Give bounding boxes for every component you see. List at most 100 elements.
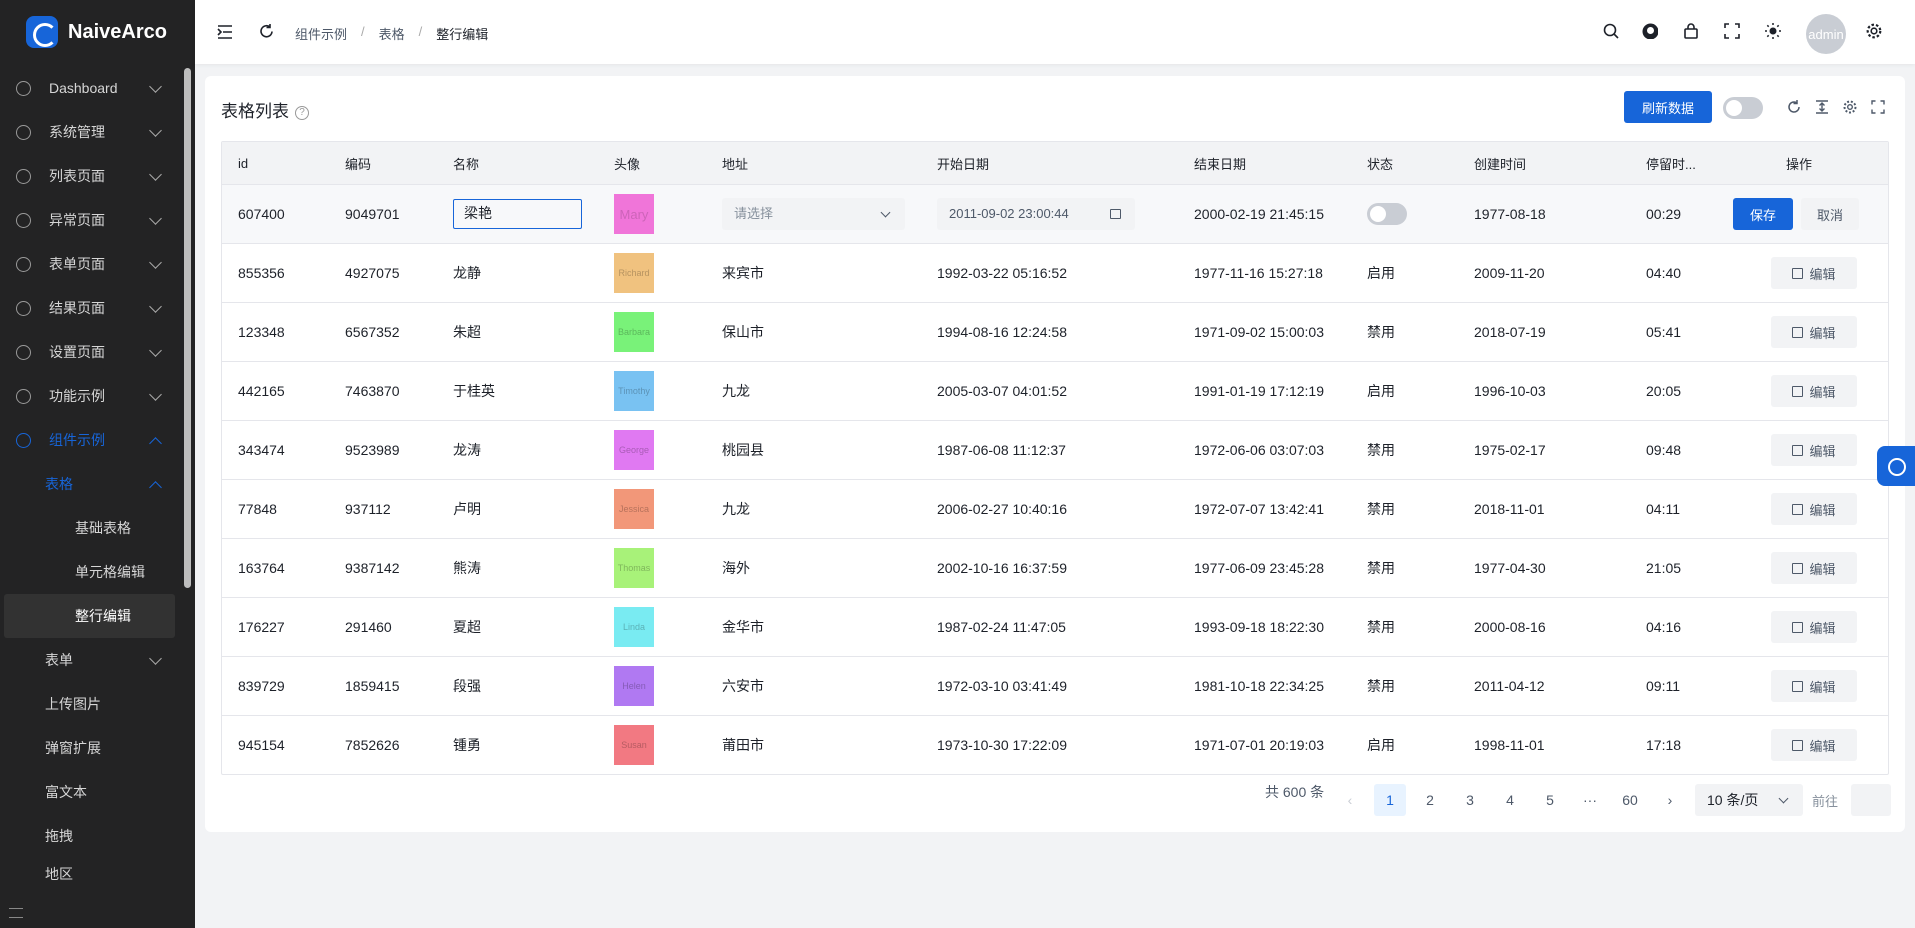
edit-button[interactable]: 编辑 — [1771, 670, 1857, 702]
edit-button[interactable]: 编辑 — [1771, 257, 1857, 289]
page-ellipsis[interactable]: ··· — [1574, 784, 1606, 816]
column-header-actions: 操作 — [1786, 156, 1813, 172]
cell-start: 2005-03-07 04:01:52 — [937, 383, 1067, 399]
prev-page-button[interactable]: ‹ — [1334, 784, 1366, 816]
cell-address: 金华市 — [722, 619, 764, 635]
sidebar-item-modal[interactable]: 弹窗扩展 — [0, 726, 195, 770]
table-row: 343474 9523989 龙涛 桃园县 1987-06-08 11:12:37 197… — [222, 420, 1888, 479]
floating-settings-button[interactable] — [1877, 446, 1915, 486]
sidebar-item-basic-table[interactable]: 基础表格 — [0, 506, 195, 550]
collapse-menu-icon[interactable] — [9, 908, 23, 918]
edit-button[interactable]: 编辑 — [1771, 493, 1857, 525]
edit-button[interactable]: 编辑 — [1771, 552, 1857, 584]
reload-icon[interactable] — [259, 24, 274, 39]
refresh-data-button[interactable]: 刷新数据 — [1624, 91, 1712, 123]
sidebar-item-upload[interactable]: 上传图片 — [0, 682, 195, 726]
page-size-select[interactable]: 10 条/页 — [1695, 784, 1803, 816]
avatar[interactable]: admin — [1806, 14, 1846, 54]
edit-icon — [1792, 739, 1804, 751]
edit-button[interactable]: 编辑 — [1771, 375, 1857, 407]
fullscreen-icon[interactable] — [1724, 23, 1740, 39]
status-switch[interactable] — [1367, 203, 1407, 225]
page-button[interactable]: 3 — [1454, 784, 1486, 816]
page-button[interactable]: 60 — [1614, 784, 1646, 816]
column-header-end-date[interactable]: 结束日期 — [1194, 154, 1246, 173]
sidebar-item-system[interactable]: 系统管理 — [0, 110, 195, 154]
logo[interactable]: NaiveArco — [0, 0, 195, 64]
lock-icon[interactable] — [1683, 23, 1699, 39]
sidebar-item-region[interactable]: 地区 — [0, 858, 195, 880]
sun-icon[interactable] — [1765, 23, 1781, 39]
breadcrumb-item-current: 整行编辑 — [436, 27, 489, 42]
edit-button[interactable]: 编辑 — [1771, 316, 1857, 348]
page-button[interactable]: 1 — [1374, 784, 1406, 816]
github-icon[interactable] — [1642, 23, 1658, 39]
sidebar-item-drag[interactable]: 拖拽 — [0, 814, 195, 858]
sidebar-item-settings[interactable]: 设置页面 — [0, 330, 195, 374]
row-height-icon[interactable] — [1815, 100, 1829, 114]
menu-fold-icon[interactable] — [217, 25, 233, 39]
next-page-button[interactable]: › — [1654, 784, 1686, 816]
column-header-name[interactable]: 名称 — [453, 154, 479, 173]
cancel-button[interactable]: 取消 — [1801, 198, 1859, 230]
edit-button[interactable]: 编辑 — [1771, 611, 1857, 643]
edit-icon — [1792, 326, 1804, 338]
column-header-stay[interactable]: 停留时... — [1646, 154, 1696, 173]
save-button[interactable]: 保存 — [1733, 198, 1793, 230]
edit-button[interactable]: 编辑 — [1771, 434, 1857, 466]
address-select[interactable]: 请选择 — [722, 198, 905, 230]
reload-icon[interactable] — [1787, 100, 1801, 114]
column-header-created[interactable]: 创建时间 — [1474, 154, 1526, 173]
sidebar-item-dashboard[interactable]: Dashboard — [0, 66, 195, 110]
settings-icon — [16, 344, 31, 360]
column-settings-icon[interactable] — [1843, 100, 1857, 114]
sidebar-item-richtext[interactable]: 富文本 — [0, 770, 195, 814]
cell-start: 2002-10-16 16:37:59 — [937, 560, 1067, 576]
column-header-start-date[interactable]: 开始日期 — [937, 154, 989, 173]
top-bar: 组件示例 / 表格 / 整行编辑 admin — [195, 0, 1915, 64]
row-avatar: Linda — [614, 607, 654, 647]
cell-name: 段强 — [453, 678, 481, 694]
start-date-picker[interactable]: 2011-09-02 23:00:44 — [937, 198, 1135, 230]
sidebar-item-form-page[interactable]: 表单页面 — [0, 242, 195, 286]
sidebar-item-result[interactable]: 结果页面 — [0, 286, 195, 330]
sidebar-item-form[interactable]: 表单 — [0, 638, 195, 682]
sidebar-item-features[interactable]: 功能示例 — [0, 374, 195, 418]
name-input[interactable]: 梁艳 — [453, 199, 582, 229]
sidebar-item-table[interactable]: 表格 — [0, 462, 195, 506]
sidebar-item-row-edit[interactable]: 整行编辑 — [4, 594, 175, 638]
table-row: 77848 937112 卢明 九龙 2006-02-27 10:40:16 1972-0… — [222, 479, 1888, 538]
settings-icon[interactable] — [1866, 23, 1882, 39]
breadcrumb-item[interactable]: 组件示例 — [295, 24, 347, 43]
goto-page-input[interactable] — [1851, 784, 1891, 816]
app-name: NaiveArco — [68, 20, 167, 43]
cell-id: 839729 — [238, 678, 285, 694]
sidebar-item-list[interactable]: 列表页面 — [0, 154, 195, 198]
page-button[interactable]: 4 — [1494, 784, 1526, 816]
column-header-address[interactable]: 地址 — [722, 154, 748, 173]
chevron-down-icon — [149, 652, 162, 665]
calendar-icon — [1110, 209, 1121, 219]
column-header-status[interactable]: 状态 — [1367, 154, 1393, 173]
column-header-code[interactable]: 编码 — [345, 154, 371, 173]
page-button[interactable]: 2 — [1414, 784, 1446, 816]
breadcrumb-item[interactable]: 表格 — [379, 24, 405, 43]
search-icon[interactable] — [1603, 23, 1619, 39]
column-header-id[interactable]: id — [238, 156, 248, 171]
fullscreen-icon[interactable] — [1871, 100, 1885, 114]
cell-name: 于桂英 — [453, 383, 495, 399]
exclamation-icon — [16, 212, 31, 228]
cell-name: 锺勇 — [453, 737, 481, 753]
edit-button[interactable]: 编辑 — [1771, 729, 1857, 761]
cell-created: 2018-11-01 — [1474, 501, 1545, 517]
sidebar-item-cell-edit[interactable]: 单元格编辑 — [0, 550, 195, 594]
toggle-switch[interactable] — [1723, 97, 1763, 119]
page-button[interactable]: 5 — [1534, 784, 1566, 816]
help-icon[interactable]: ? — [295, 106, 309, 120]
column-header-avatar[interactable]: 头像 — [614, 154, 640, 173]
chevron-down-icon — [149, 256, 162, 269]
sidebar-scrollbar[interactable] — [184, 68, 191, 588]
sidebar-item-components[interactable]: 组件示例 — [0, 418, 195, 462]
cell-stay: 09:11 — [1646, 678, 1680, 694]
sidebar-item-exception[interactable]: 异常页面 — [0, 198, 195, 242]
